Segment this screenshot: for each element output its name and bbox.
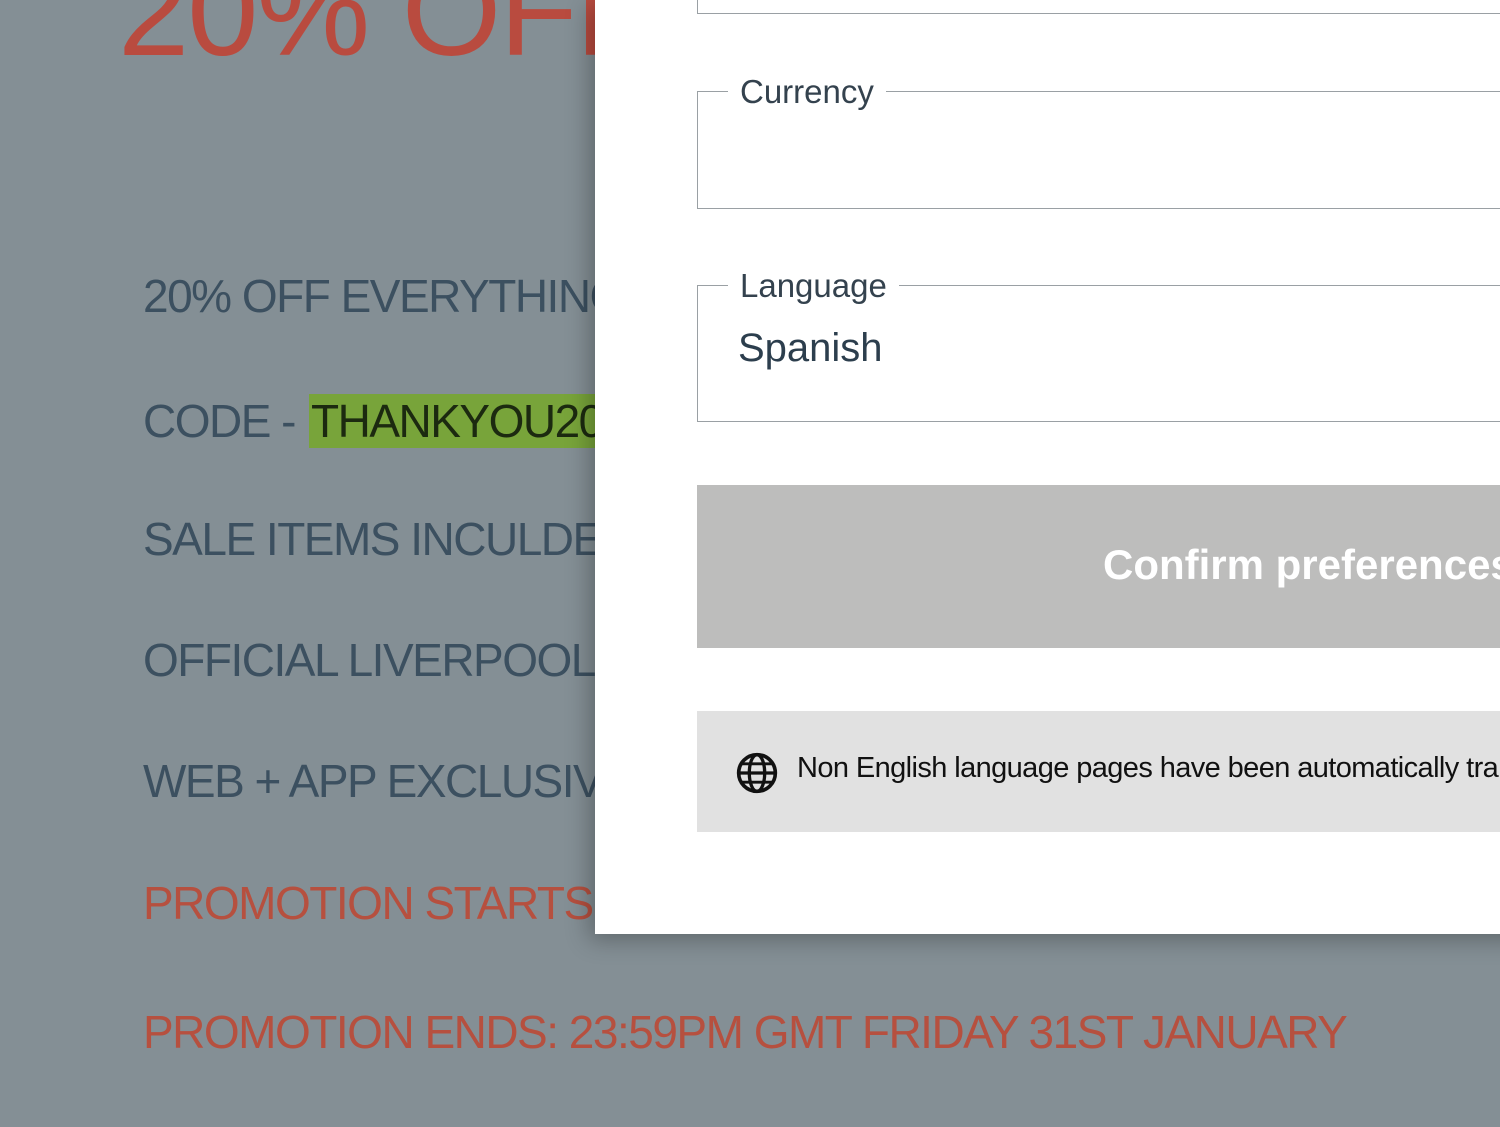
currency-label: Currency <box>728 68 886 116</box>
promo-hero-heading: 20% OFF <box>118 0 654 83</box>
promo-code-line: CODE - THANKYOU20 <box>143 394 609 448</box>
promo-line-end: PROMOTION ENDS: 23:59PM GMT FRIDAY 31ST … <box>143 1006 1348 1058</box>
currency-select[interactable]: Currency <box>697 68 1500 209</box>
promo-line-sale-items: SALE ITEMS INCULDED <box>143 513 635 565</box>
language-select[interactable]: Language Spanish <box>697 262 1500 422</box>
promo-code-value[interactable]: THANKYOU20 <box>309 394 609 448</box>
translation-notice: Non English language pages have been aut… <box>697 711 1500 832</box>
promo-line-official: OFFICIAL LIVERPOOL <box>143 634 596 686</box>
preferences-modal: Currency Language Spanish Confirm prefer… <box>595 0 1500 934</box>
language-value: Spanish <box>738 326 883 370</box>
globe-icon <box>736 752 778 794</box>
country-select[interactable] <box>697 0 1500 14</box>
confirm-preferences-label: Confirm preferences <box>1103 541 1500 588</box>
language-label: Language <box>728 262 899 310</box>
promo-line-exclusive: WEB + APP EXCLUSIVE <box>143 755 633 807</box>
confirm-preferences-button[interactable]: Confirm preferences <box>697 485 1500 648</box>
translation-notice-text: Non English language pages have been aut… <box>797 752 1500 784</box>
promo-line-offer: 20% OFF EVERYTHING <box>143 270 625 322</box>
promo-code-label: CODE - <box>143 395 297 447</box>
promo-line-start: PROMOTION STARTS <box>143 877 594 929</box>
page: 20% OFF 20% OFF EVERYTHING CODE - THANKYO… <box>0 0 1500 1127</box>
